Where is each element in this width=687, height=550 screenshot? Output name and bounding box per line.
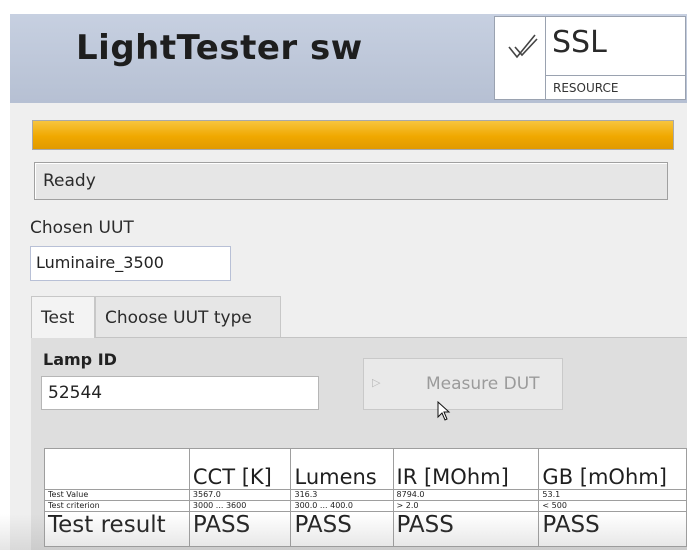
- logo-text: SSL: [552, 25, 607, 60]
- table-cell: 300.0 ... 400.0: [290, 500, 394, 512]
- logo-subtext: RESOURCE: [545, 75, 685, 100]
- tab-choose-uut-type[interactable]: Choose UUT type: [95, 296, 281, 338]
- table-cell: < 500: [538, 500, 687, 512]
- app-title: LightTester sw: [76, 28, 363, 68]
- play-icon: ▷: [372, 376, 381, 389]
- table-cell: PASS: [538, 511, 687, 547]
- table-cell: 316.3: [290, 489, 394, 501]
- header-bar: LightTester sw SSL RESOURCE: [10, 14, 687, 103]
- table-row: Test criterion 3000 ... 3600 300.0 ... 4…: [44, 500, 687, 512]
- ssl-resource-logo: SSL RESOURCE: [494, 16, 686, 100]
- tab-test[interactable]: Test: [31, 296, 95, 338]
- logo-check-icon: [495, 17, 546, 73]
- table-cell: PASS: [392, 511, 540, 547]
- row-label: Test result: [44, 511, 190, 547]
- column-header: [44, 448, 190, 490]
- measure-dut-label: Measure DUT: [426, 374, 540, 394]
- results-table: CCT [K] Lumens IR [MOhm] GB [mOhm] Test …: [44, 448, 687, 547]
- lamp-id-label: Lamp ID: [43, 350, 117, 369]
- table-row: Test Value 3567.0 316.3 8794.0 53.1: [44, 489, 687, 501]
- status-field: Ready: [34, 162, 668, 200]
- table-cell: 3000 ... 3600: [188, 500, 292, 512]
- measure-dut-button[interactable]: ▷ Measure DUT: [363, 358, 563, 410]
- table-cell: 53.1: [538, 489, 687, 501]
- table-cell: 8794.0: [392, 489, 540, 501]
- table-row: Test result PASS PASS PASS PASS: [44, 511, 687, 547]
- status-text: Ready: [43, 171, 96, 191]
- table-cell: 3567.0: [188, 489, 292, 501]
- progress-fill: [33, 121, 673, 149]
- column-header: Lumens: [290, 448, 394, 490]
- chosen-uut-field[interactable]: Luminaire_3500: [30, 246, 231, 281]
- row-label: Test Value: [44, 489, 190, 501]
- results-header-row: CCT [K] Lumens IR [MOhm] GB [mOhm]: [44, 448, 687, 490]
- logo-corner-cell: [495, 73, 546, 99]
- mouse-cursor-icon: [437, 400, 451, 425]
- row-label: Test criterion: [44, 500, 190, 512]
- chosen-uut-label: Chosen UUT: [30, 218, 134, 238]
- table-cell: PASS: [290, 511, 394, 547]
- column-header: CCT [K]: [188, 448, 292, 490]
- column-header: GB [mOhm]: [538, 448, 687, 490]
- progress-bar: [32, 120, 674, 150]
- lamp-id-input[interactable]: 52544: [41, 376, 319, 410]
- table-cell: > 2.0: [392, 500, 540, 512]
- app-window: LightTester sw SSL RESOURCE Ready Chosen…: [10, 14, 687, 550]
- column-header: IR [MOhm]: [392, 448, 540, 490]
- table-cell: PASS: [188, 511, 292, 547]
